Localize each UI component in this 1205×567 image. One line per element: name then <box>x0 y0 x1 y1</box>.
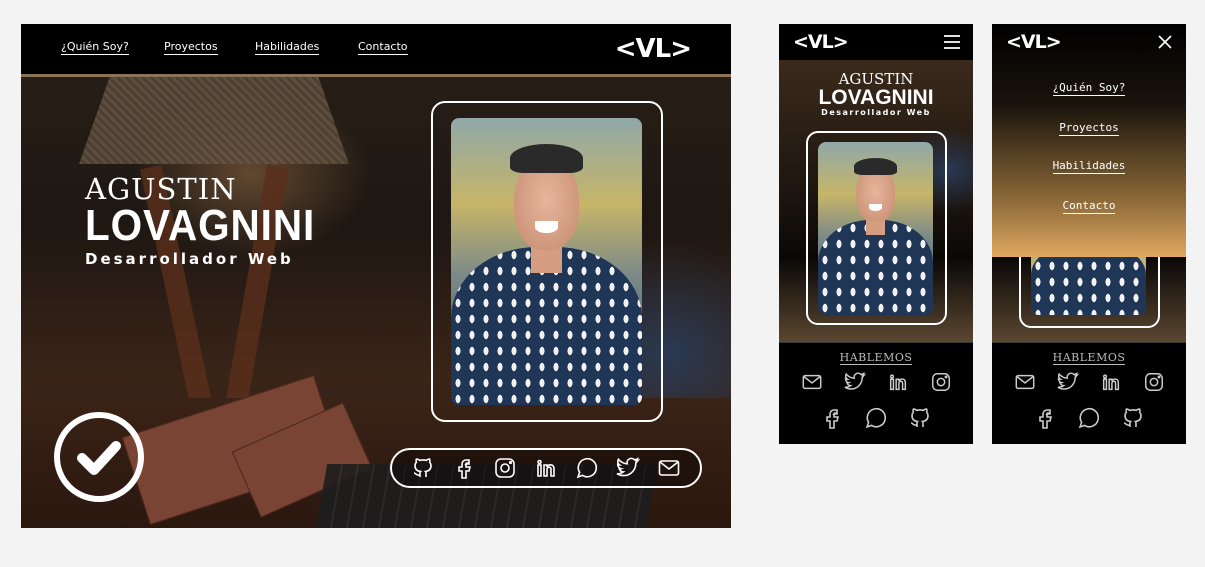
site-logo[interactable]: <VL> <box>793 31 849 53</box>
instagram-icon[interactable] <box>1142 371 1166 393</box>
social-row <box>779 405 973 431</box>
nav-link-habilidades[interactable]: Habilidades <box>255 40 320 55</box>
hero-last-name: LOVAGNINI <box>818 86 934 109</box>
whatsapp-icon[interactable] <box>864 405 888 431</box>
mobile-preview-home: <VL> AGUSTIN LOVAGNINI Desarrollador Web… <box>779 24 973 444</box>
hamburger-menu-icon[interactable] <box>943 34 961 50</box>
whatsapp-icon[interactable] <box>575 456 599 480</box>
hero-title: AGUSTIN LOVAGNINI Desarrollador Web <box>85 174 335 268</box>
mail-icon[interactable] <box>657 456 681 480</box>
facebook-icon[interactable] <box>452 456 476 480</box>
hero-last-name: LOVAGNINI <box>85 201 316 250</box>
close-icon[interactable] <box>1158 35 1172 49</box>
social-row <box>992 371 1186 393</box>
contact-heading: HABLEMOS <box>1052 351 1126 365</box>
site-logo[interactable]: <VL> <box>1006 31 1062 53</box>
facebook-icon[interactable] <box>1033 405 1057 431</box>
portrait-photo <box>818 142 933 315</box>
facebook-icon[interactable] <box>820 405 844 431</box>
social-row <box>992 405 1186 431</box>
instagram-icon[interactable] <box>493 456 517 480</box>
mobile-contact-section: HABLEMOS <box>992 342 1186 444</box>
hero-role: Desarrollador Web <box>85 250 294 268</box>
menu-link-proyectos[interactable]: Proyectos <box>992 121 1186 136</box>
github-icon[interactable] <box>411 456 435 480</box>
github-icon[interactable] <box>908 405 932 431</box>
mobile-preview-menu-open: <VL> ¿Quién Soy? Proyectos Habilidades C… <box>992 24 1186 444</box>
hero-first-name: AGUSTIN <box>85 172 237 206</box>
nav-link-proyectos[interactable]: Proyectos <box>164 40 218 55</box>
check-badge-icon <box>54 412 144 502</box>
site-logo[interactable]: <VL> <box>615 34 692 64</box>
nav-link-quien-soy[interactable]: ¿Quién Soy? <box>61 40 129 55</box>
nav-link-contacto[interactable]: Contacto <box>358 40 408 55</box>
linkedin-icon[interactable] <box>534 456 558 480</box>
contact-heading: HABLEMOS <box>839 351 913 365</box>
github-icon[interactable] <box>1121 405 1145 431</box>
twitter-icon[interactable] <box>843 371 867 393</box>
menu-link-habilidades[interactable]: Habilidades <box>992 159 1186 174</box>
menu-link-contacto[interactable]: Contacto <box>992 199 1186 214</box>
portrait-photo <box>451 118 642 405</box>
linkedin-icon[interactable] <box>1099 371 1123 393</box>
mail-icon[interactable] <box>800 371 824 393</box>
social-row <box>779 371 973 393</box>
desktop-social-bar <box>390 448 702 488</box>
mobile-contact-section: HABLEMOS <box>779 342 973 444</box>
hero-first-name: AGUSTIN <box>838 70 914 88</box>
desktop-preview: ¿Quién Soy? Proyectos Habilidades Contac… <box>21 24 731 528</box>
mobile-menu-panel: <VL> ¿Quién Soy? Proyectos Habilidades C… <box>992 24 1186 257</box>
menu-link-quien-soy[interactable]: ¿Quién Soy? <box>992 81 1186 96</box>
linkedin-icon[interactable] <box>886 371 910 393</box>
mobile-hero-title: AGUSTIN LOVAGNINI Desarrollador Web <box>779 70 973 118</box>
twitter-icon[interactable] <box>1056 371 1080 393</box>
mail-icon[interactable] <box>1013 371 1037 393</box>
lamp-shade <box>79 72 349 164</box>
twitter-icon[interactable] <box>616 456 641 480</box>
mobile-topbar: <VL> <box>779 24 973 60</box>
hero-role: Desarrollador Web <box>821 108 931 117</box>
instagram-icon[interactable] <box>929 371 953 393</box>
whatsapp-icon[interactable] <box>1077 405 1101 431</box>
desktop-navbar: ¿Quién Soy? Proyectos Habilidades Contac… <box>21 24 731 77</box>
